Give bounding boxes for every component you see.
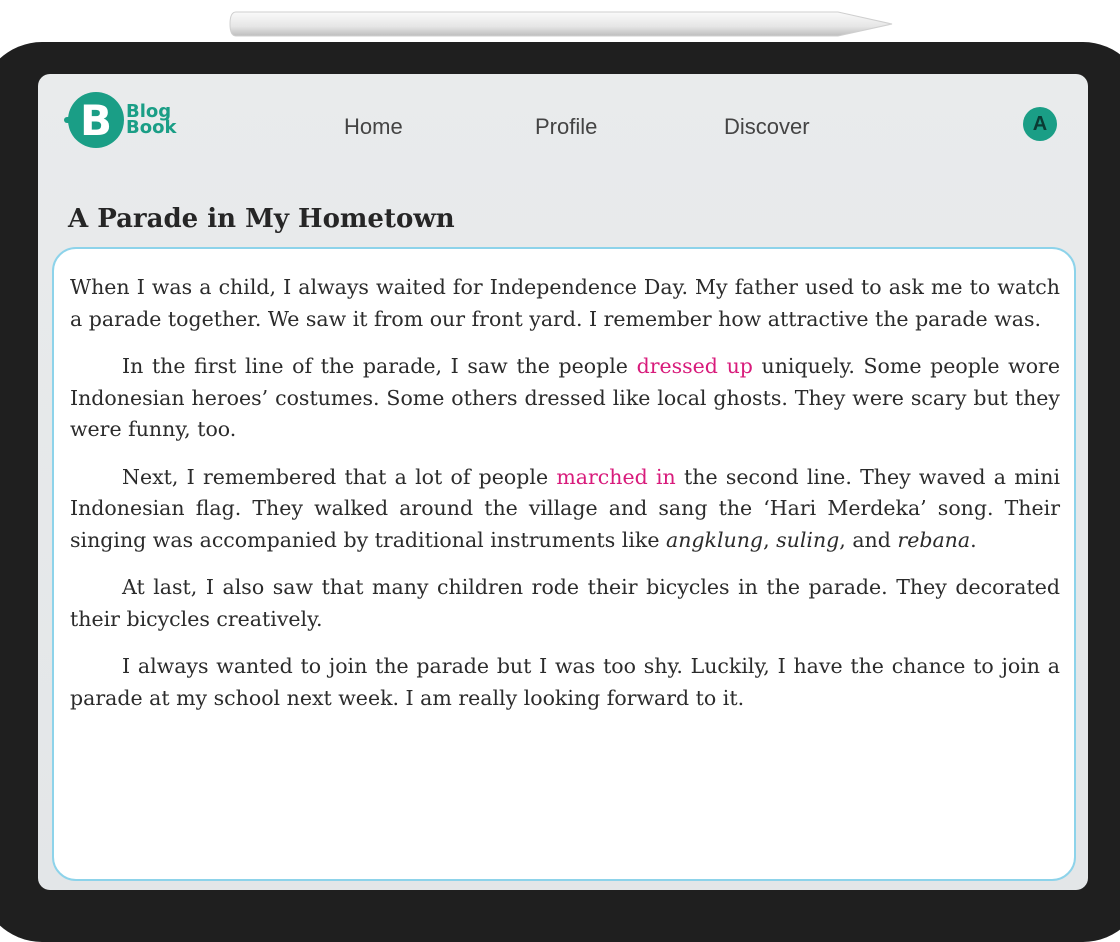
nav-home[interactable]: Home [344,114,403,140]
paragraph-3-sep1: , [763,527,777,552]
logo-mark: B [64,92,124,148]
instrument-rebana: rebana [897,527,971,552]
logo-text: Blog Book [126,103,177,138]
highlight-marched-in: marched in [556,464,676,489]
paragraph-1: When I was a child, I always waited for … [70,275,1060,331]
paragraph-2: In the first line of the parade, I saw t… [70,351,1060,446]
article-body: When I was a child, I always waited for … [70,272,1060,730]
nav-discover[interactable]: Discover [724,114,810,140]
instrument-suling: suling [776,527,840,552]
user-avatar[interactable]: A [1023,107,1057,141]
paragraph-2-start: In the first line of the parade, I saw t… [122,354,637,378]
paragraph-3: Next, I remembered that a lot of people … [70,462,1060,557]
nav-profile[interactable]: Profile [535,114,597,140]
tablet-screen: B Blog Book Home Profile Discover A A Pa… [38,74,1088,890]
paragraph-4: At last, I also saw that many children r… [70,575,1060,631]
article-card: When I was a child, I always waited for … [52,247,1076,881]
article-title: A Parade in My Hometown [68,204,455,234]
paragraph-3-end: . [970,527,977,552]
highlight-dressed-up: dressed up [636,354,753,378]
paragraph-3-sep2: , and [839,527,898,552]
stylus-pencil [229,11,893,37]
blogbook-logo[interactable]: B Blog Book [64,92,208,148]
paragraph-3-start: Next, I remembered that a lot of people [122,464,557,489]
logo-text-line2: Book [126,117,177,138]
instrument-angklung: angklung [666,527,764,552]
paragraph-5: I always wanted to join the parade but I… [70,654,1060,710]
